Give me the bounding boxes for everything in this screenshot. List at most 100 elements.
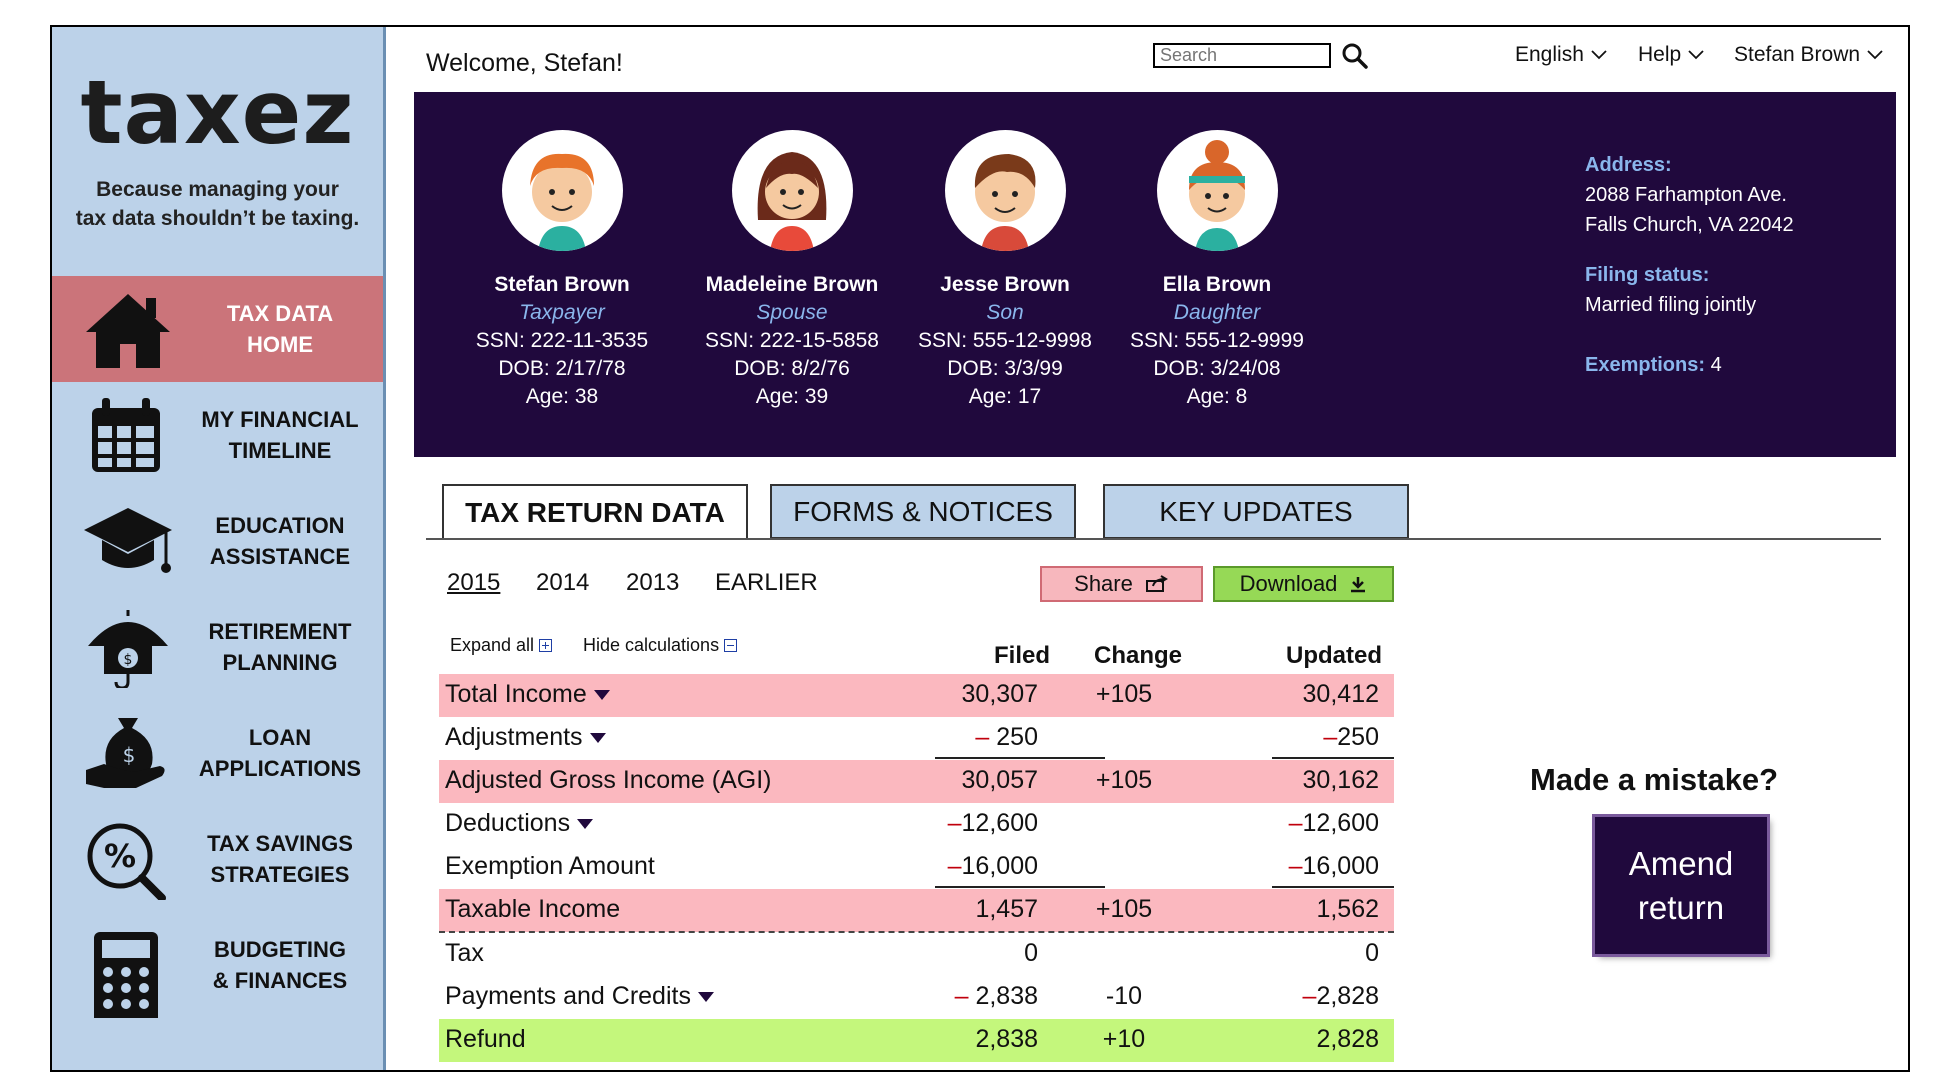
family-member-card[interactable]: Stefan Brown Taxpayer SSN: 222-11-3535 D… xyxy=(442,92,682,409)
table-row[interactable]: Exemption Amount –16,000 –16,000 xyxy=(439,846,1394,889)
table-row[interactable]: Payments and Credits – 2,838 -10 –2,828 xyxy=(439,976,1394,1019)
filed-value: 2,838 xyxy=(975,1025,1038,1053)
avatar xyxy=(1156,130,1278,251)
table-row[interactable]: Taxable Income 1,457 +105 1,562 xyxy=(439,889,1394,932)
tab-forms-notices[interactable]: FORMS & NOTICES xyxy=(770,484,1076,539)
sidebar-item-label: BUDGETING xyxy=(214,937,346,962)
year-earlier[interactable]: EARLIER xyxy=(715,569,818,597)
updated-value: 250 xyxy=(1337,723,1379,751)
sidebar-item-label: RETIREMENT xyxy=(208,619,352,644)
sidebar-item-education[interactable]: EDUCATION ASSISTANCE xyxy=(52,488,383,594)
amend-label-line-2: return xyxy=(1637,888,1725,926)
table-row[interactable]: Tax 0 0 xyxy=(439,933,1394,976)
tagline: Because managing your tax data shouldn’t… xyxy=(52,175,383,233)
hide-calculations-toggle[interactable]: Hide calculations xyxy=(583,635,738,656)
member-name: Stefan Brown xyxy=(494,273,630,296)
member-dob: DOB: 8/2/76 xyxy=(734,357,850,380)
row-label: Payments and Credits xyxy=(445,982,691,1010)
member-ssn: SSN: 555-12-9998 xyxy=(918,329,1092,352)
updated-value: 1,562 xyxy=(1316,895,1379,923)
sidebar-item-budgeting[interactable]: BUDGETING & FINANCES xyxy=(52,912,383,1018)
member-ssn: SSN: 555-12-9999 xyxy=(1130,329,1304,352)
svg-text:%: % xyxy=(104,837,136,875)
language-menu[interactable]: English xyxy=(1515,43,1608,67)
sidebar-item-label: EDUCATION xyxy=(215,513,345,538)
user-menu[interactable]: Stefan Brown xyxy=(1734,43,1884,67)
home-icon xyxy=(86,294,170,368)
table-row[interactable]: Total Income 30,307 +105 30,412 xyxy=(439,674,1394,717)
member-dob: DOB: 3/3/99 xyxy=(947,357,1063,380)
chevron-down-icon xyxy=(1867,50,1883,60)
updated-value: 30,162 xyxy=(1302,766,1379,794)
avatar xyxy=(944,130,1066,251)
chevron-down-icon xyxy=(1688,50,1704,60)
welcome-message: Welcome, Stefan! xyxy=(426,49,623,77)
year-2013[interactable]: 2013 xyxy=(626,569,679,597)
caret-down-icon[interactable] xyxy=(589,731,607,745)
minus-sign: – xyxy=(1288,809,1303,837)
sidebar-item-label: & FINANCES xyxy=(212,968,348,993)
help-menu[interactable]: Help xyxy=(1638,43,1705,67)
updated-value: 2,828 xyxy=(1316,1025,1379,1053)
filed-value: 30,057 xyxy=(961,766,1038,794)
filed-value: 250 xyxy=(996,723,1038,751)
tab-key-updates[interactable]: KEY UPDATES xyxy=(1103,484,1409,539)
table-row[interactable]: Adjusted Gross Income (AGI) 30,057 +105 … xyxy=(439,760,1394,803)
money-bag-hand-icon: $ xyxy=(86,718,165,788)
minus-sign: – xyxy=(975,723,990,751)
minus-sign: – xyxy=(954,982,969,1010)
logo: taxez xyxy=(80,61,355,164)
avatar xyxy=(501,130,623,251)
table-row[interactable]: Refund 2,838 +10 2,828 xyxy=(439,1019,1394,1062)
table-row[interactable]: Deductions –12,600 –12,600 xyxy=(439,803,1394,846)
expand-all-toggle[interactable]: Expand all xyxy=(450,635,553,656)
family-banner: Stefan Brown Taxpayer SSN: 222-11-3535 D… xyxy=(414,92,1896,457)
row-label: Taxable Income xyxy=(445,895,621,923)
sidebar-item-tax-savings[interactable]: % TAX SAVINGS STRATEGIES xyxy=(52,806,383,912)
filed-value: 0 xyxy=(1024,939,1038,967)
share-button[interactable]: Share xyxy=(1040,566,1203,602)
member-age: Age: 8 xyxy=(1186,385,1248,408)
download-button[interactable]: Download xyxy=(1213,566,1394,602)
mistake-heading: Made a mistake? xyxy=(1530,762,1779,797)
filing-status-label: Filing status: xyxy=(1585,264,1710,286)
caret-down-icon[interactable] xyxy=(697,990,715,1004)
minus-sign: – xyxy=(1288,852,1303,880)
year-2014[interactable]: 2014 xyxy=(536,569,589,597)
member-age: Age: 38 xyxy=(525,385,599,408)
caret-down-icon[interactable] xyxy=(576,817,594,831)
change-value: -10 xyxy=(1105,982,1143,1010)
hide-calculations-label: Hide calculations xyxy=(583,635,720,655)
sidebar-item-financial-timeline[interactable]: MY FINANCIAL TIMELINE xyxy=(52,382,383,488)
updated-value: 2,828 xyxy=(1316,982,1379,1010)
table-row[interactable]: Adjustments – 250 –250 xyxy=(439,717,1394,760)
column-header-change: Change xyxy=(1093,642,1182,669)
family-member-card[interactable]: Jesse Brown Son SSN: 555-12-9998 DOB: 3/… xyxy=(885,92,1125,409)
sidebar-item-label: STRATEGIES xyxy=(210,862,350,887)
sidebar-item-tax-data-home[interactable]: TAX DATA HOME xyxy=(52,276,383,382)
member-name: Ella Brown xyxy=(1162,273,1272,296)
family-member-card[interactable]: Ella Brown Daughter SSN: 555-12-9999 DOB… xyxy=(1097,92,1337,409)
filed-value: 2,838 xyxy=(975,982,1038,1010)
user-name: Stefan Brown xyxy=(1734,43,1861,66)
minus-box-icon xyxy=(724,639,738,652)
search-input[interactable] xyxy=(1153,43,1331,68)
sidebar-item-label: MY FINANCIAL xyxy=(201,407,359,432)
caret-down-icon[interactable] xyxy=(593,688,611,702)
member-role: Spouse xyxy=(756,301,828,324)
address-label: Address: xyxy=(1585,154,1672,176)
row-label: Deductions xyxy=(445,809,571,837)
sidebar-item-loan-applications[interactable]: $ LOAN APPLICATIONS xyxy=(52,700,383,806)
tab-tax-return-data[interactable]: TAX RETURN DATA xyxy=(442,484,748,539)
amend-return-button[interactable]: Amend return xyxy=(1595,817,1767,954)
avatar xyxy=(731,130,853,251)
minus-sign: – xyxy=(947,809,962,837)
family-member-card[interactable]: Madeleine Brown Spouse SSN: 222-15-5858 … xyxy=(672,92,912,409)
member-role: Daughter xyxy=(1173,301,1261,324)
updated-value: 30,412 xyxy=(1302,680,1379,708)
search-icon[interactable] xyxy=(1341,42,1369,70)
change-value: +10 xyxy=(1102,1025,1146,1053)
updated-value: 16,000 xyxy=(1302,852,1379,880)
year-2015[interactable]: 2015 xyxy=(447,569,500,597)
sidebar-item-retirement[interactable]: $ RETIREMENT PLANNING xyxy=(52,594,383,700)
